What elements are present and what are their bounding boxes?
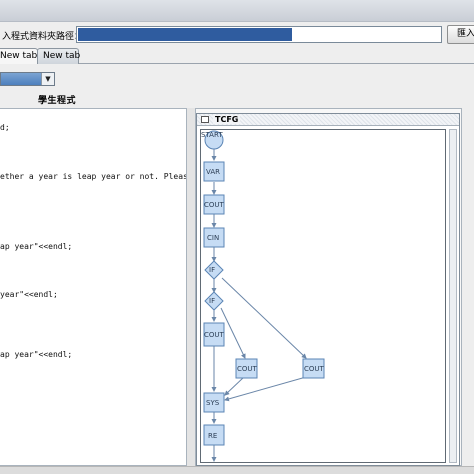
import-button[interactable]: 匯入	[447, 25, 474, 44]
title-bar	[0, 0, 474, 22]
code-line: ether a year is leap year or not. Please…	[0, 172, 186, 181]
cfg-node-label: START	[201, 131, 223, 139]
cfg-node-label: COUT	[304, 365, 325, 373]
code-line: ap year"<<endl;	[0, 242, 73, 251]
code-line: ap year"<<endl;	[0, 350, 73, 359]
cfg-node-label: RE	[208, 432, 217, 440]
cfg-node-label: COUT	[237, 365, 258, 373]
status-bar	[0, 466, 474, 474]
code-line: d;	[0, 123, 10, 132]
chevron-down-icon[interactable]: ▼	[41, 73, 54, 85]
path-label: 入程式資料夾路徑：	[2, 32, 84, 42]
split-divider[interactable]	[187, 108, 195, 466]
cfg-node-label: COUT	[204, 331, 225, 339]
cfg-edge	[220, 307, 246, 359]
tab-strip: New tab New tab	[0, 48, 474, 64]
path-row: 入程式資料夾路徑： 匯入	[0, 24, 474, 46]
cfg-graph: START VAR COUT CIN IF IF COUT COUT COUT …	[201, 130, 325, 462]
cfg-edge	[224, 376, 307, 402]
cfg-edge	[224, 376, 245, 396]
cfg-node-label: IF	[209, 266, 215, 274]
program-select[interactable]: ▼	[0, 72, 55, 86]
student-program-heading: 學生程式	[38, 96, 77, 106]
cfg-node-label: VAR	[206, 168, 220, 176]
cfg-node-label: IF	[209, 297, 215, 305]
cfg-node-label: COUT	[204, 201, 225, 209]
tab-new-2[interactable]: New tab	[37, 48, 80, 64]
cfg-edge	[221, 277, 307, 359]
cfg-node-label: SYS	[206, 399, 220, 407]
cfg-node-label: CIN	[207, 234, 219, 242]
path-selection	[78, 28, 292, 41]
path-input[interactable]	[76, 26, 442, 43]
code-line: year"<<endl;	[0, 290, 58, 299]
code-pane[interactable]: d; ether a year is leap year or not. Ple…	[0, 108, 187, 466]
tab-new-1[interactable]: New tab	[0, 48, 38, 64]
